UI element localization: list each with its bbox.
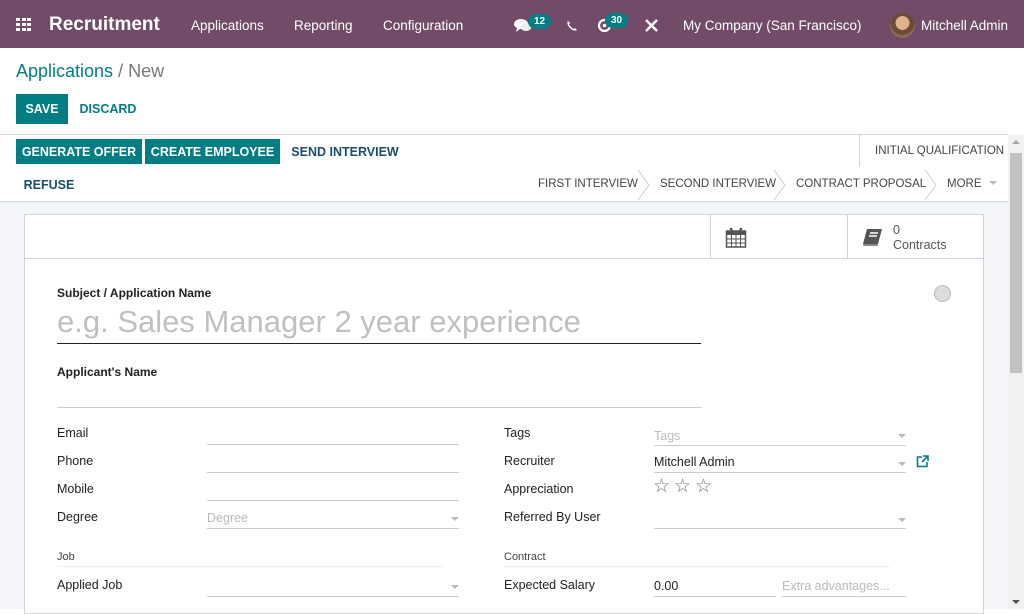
- save-button[interactable]: SAVE: [16, 94, 68, 124]
- tags-input[interactable]: Tags: [654, 429, 680, 443]
- calendar-smart-button[interactable]: [710, 215, 847, 259]
- stage-arrow: [773, 170, 786, 200]
- email-label: Email: [57, 426, 89, 440]
- menu-applications[interactable]: Applications: [191, 18, 264, 33]
- contracts-count: 0: [893, 223, 900, 237]
- discard-button[interactable]: DISCARD: [74, 94, 142, 124]
- app-title[interactable]: Recruitment: [49, 14, 160, 36]
- activities-count-badge: 30: [605, 13, 629, 28]
- chevron-down-icon: [898, 518, 906, 522]
- degree-label: Degree: [57, 510, 98, 524]
- mobile-label: Mobile: [57, 482, 94, 496]
- stage-more-label: MORE: [947, 178, 982, 190]
- phone-icon[interactable]: [566, 19, 578, 37]
- form-sheet: 0 Contracts Subject / Application Name e…: [24, 214, 984, 614]
- expected-salary-label: Expected Salary: [504, 578, 596, 592]
- scrollbar-thumb[interactable]: [1010, 153, 1022, 373]
- subject-label: Subject / Application Name: [57, 286, 212, 300]
- stage-arrow: [924, 170, 937, 200]
- external-link-icon[interactable]: [916, 455, 929, 468]
- applicant-name-label: Applicant's Name: [57, 365, 158, 379]
- refuse-button[interactable]: REFUSE: [16, 172, 82, 197]
- generate-offer-button[interactable]: GENERATE OFFER: [16, 139, 142, 164]
- extra-advantages-input[interactable]: Extra advantages...: [782, 579, 890, 593]
- job-group-title: Job: [57, 551, 75, 563]
- stage-arrow: [637, 170, 650, 200]
- chevron-down-icon: [451, 517, 459, 521]
- send-interview-button[interactable]: SEND INTERVIEW: [285, 139, 405, 164]
- tags-underline: [654, 445, 906, 446]
- star-empty-icon[interactable]: ☆: [695, 477, 712, 496]
- job-group-divider: [57, 566, 443, 567]
- tags-label: Tags: [504, 426, 531, 440]
- breadcrumb: Applications / New: [16, 61, 164, 82]
- chevron-down-icon: [898, 462, 906, 466]
- contract-group-title: Contract: [504, 551, 546, 563]
- button-box: 0 Contracts: [25, 215, 983, 259]
- breadcrumb-current: New: [128, 61, 165, 81]
- scroll-down-arrow-icon[interactable]: [1012, 600, 1020, 604]
- expected-salary-underline: [654, 596, 776, 597]
- kanban-state-indicator[interactable]: [934, 285, 951, 302]
- calendar-icon: [725, 228, 747, 248]
- stage-contract-proposal[interactable]: CONTRACT PROPOSAL: [796, 178, 926, 190]
- user-avatar[interactable]: [890, 13, 915, 38]
- applicant-name-input[interactable]: [57, 407, 701, 408]
- recruiter-label: Recruiter: [504, 454, 555, 468]
- apps-grid-icon[interactable]: [16, 18, 32, 31]
- contract-group-divider: [504, 566, 890, 567]
- mobile-input[interactable]: [207, 500, 459, 501]
- email-input[interactable]: [207, 444, 459, 445]
- menu-reporting[interactable]: Reporting: [294, 18, 353, 33]
- contracts-smart-button[interactable]: 0 Contracts: [847, 215, 983, 259]
- book-icon: [863, 229, 882, 246]
- stage-initial-qualification[interactable]: INITIAL QUALIFICATION: [875, 145, 1004, 157]
- chevron-down-icon: [898, 434, 906, 438]
- stage-second-interview[interactable]: SECOND INTERVIEW: [660, 178, 776, 190]
- menu-configuration[interactable]: Configuration: [383, 18, 463, 33]
- contracts-label: Contracts: [893, 238, 947, 252]
- scroll-up-arrow-icon[interactable]: [1012, 140, 1020, 144]
- phone-label: Phone: [57, 454, 94, 468]
- star-empty-icon[interactable]: ☆: [653, 477, 670, 496]
- statusbar-top-border: [0, 134, 1008, 135]
- stage-divider: [859, 135, 860, 167]
- recruiter-underline: [654, 472, 906, 473]
- degree-underline: [207, 528, 459, 529]
- referred-by-label: Referred By User: [504, 510, 601, 524]
- degree-select[interactable]: Degree: [207, 511, 248, 525]
- messages-count-badge: 12: [528, 14, 552, 29]
- company-switcher[interactable]: My Company (San Francisco): [683, 18, 862, 33]
- top-navbar: Recruitment Applications Reporting Confi…: [0, 0, 1024, 48]
- subject-input[interactable]: e.g. Sales Manager 2 year experience: [57, 304, 581, 340]
- star-empty-icon[interactable]: ☆: [674, 477, 691, 496]
- debug-tools-icon[interactable]: [645, 19, 658, 37]
- subject-underline: [57, 343, 701, 344]
- stage-more-dropdown[interactable]: MORE: [947, 178, 997, 190]
- phone-input[interactable]: [207, 472, 459, 473]
- vertical-scrollbar[interactable]: [1008, 135, 1024, 609]
- expected-salary-input[interactable]: 0.00: [654, 579, 678, 593]
- chevron-down-icon: [451, 585, 459, 589]
- referred-by-select[interactable]: [654, 528, 906, 529]
- user-menu[interactable]: Mitchell Admin: [921, 18, 1008, 33]
- appreciation-label: Appreciation: [504, 482, 574, 496]
- applied-job-label: Applied Job: [57, 578, 123, 592]
- extra-advantages-underline: [782, 596, 906, 597]
- breadcrumb-parent[interactable]: Applications: [16, 61, 113, 81]
- applied-job-select[interactable]: [207, 596, 459, 597]
- recruiter-select[interactable]: Mitchell Admin: [654, 455, 735, 469]
- breadcrumb-separator: /: [118, 61, 124, 81]
- create-employee-button[interactable]: CREATE EMPLOYEE: [145, 139, 280, 164]
- chevron-down-icon: [988, 181, 997, 185]
- stage-first-interview[interactable]: FIRST INTERVIEW: [538, 178, 638, 190]
